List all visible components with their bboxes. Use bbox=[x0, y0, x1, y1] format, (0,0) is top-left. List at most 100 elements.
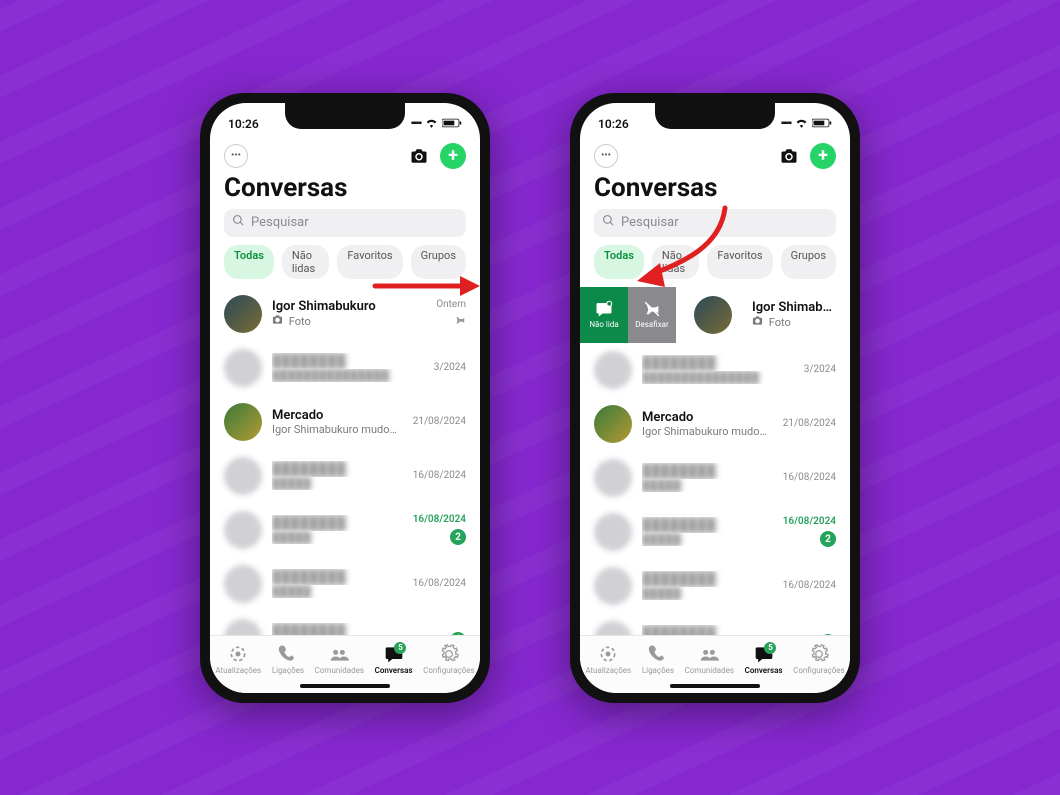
search-placeholder: Pesquisar bbox=[251, 215, 309, 230]
search-input[interactable]: Pesquisar bbox=[224, 209, 466, 237]
chat-row-swiped[interactable]: Não lida Desafixar Igor Shimabukuro Foto bbox=[580, 287, 850, 343]
chat-date: 3/2024 bbox=[434, 362, 466, 373]
unread-badge: 1 bbox=[820, 634, 836, 635]
communities-icon bbox=[699, 644, 719, 664]
tab-configuracoes[interactable]: Configurações bbox=[423, 644, 475, 675]
phone-left: 10:26 ▪▪▪▪ ••• + Conversas bbox=[200, 93, 490, 703]
chat-row[interactable]: ███████████████████████ 3/2024 bbox=[580, 343, 850, 397]
avatar[interactable] bbox=[224, 619, 262, 635]
chat-row[interactable]: █████████████ 16/08/2024 bbox=[210, 557, 480, 611]
chat-preview: Foto bbox=[752, 315, 836, 329]
camera-button[interactable] bbox=[408, 145, 430, 167]
more-button[interactable]: ••• bbox=[224, 144, 248, 168]
chat-row[interactable]: Mercado Igor Shimabukuro mudou as config… bbox=[210, 395, 480, 449]
chat-row[interactable]: █████████████ 16/08/2024 bbox=[580, 559, 850, 613]
filter-favoritos[interactable]: Favoritos bbox=[707, 245, 772, 279]
swipe-label: Não lida bbox=[589, 320, 618, 329]
swipe-unpin-button[interactable]: Desafixar bbox=[628, 287, 676, 343]
phone-right: 10:26 ▪▪▪▪ ••• + Conversas bbox=[570, 93, 860, 703]
chat-date: 16/08/2024 bbox=[783, 516, 836, 527]
avatar[interactable] bbox=[594, 513, 632, 551]
chat-row[interactable]: █████████████ 16/08/2024 2 bbox=[580, 505, 850, 559]
chat-row[interactable]: Mercado Igor Shimabukuro mudou as config… bbox=[580, 397, 850, 451]
unread-badge: 2 bbox=[820, 531, 836, 547]
chat-list[interactable]: Não lida Desafixar Igor Shimabukuro Foto bbox=[580, 287, 850, 635]
avatar[interactable] bbox=[224, 403, 262, 441]
more-button[interactable]: ••• bbox=[594, 144, 618, 168]
chat-preview: ███████████████ bbox=[272, 369, 424, 382]
avatar[interactable] bbox=[224, 511, 262, 549]
chat-list[interactable]: Igor Shimabukuro Foto Ontem bbox=[210, 287, 480, 635]
tab-label: Atualizações bbox=[585, 666, 631, 675]
status-indicators: ▪▪▪▪ bbox=[411, 117, 462, 131]
phone-icon bbox=[278, 644, 298, 664]
page-title: Conversas bbox=[210, 171, 480, 209]
signal-icon: ▪▪▪▪ bbox=[411, 118, 421, 129]
tab-atualizacoes[interactable]: Atualizações bbox=[215, 644, 261, 675]
chat-row[interactable]: █████████████ 1 bbox=[210, 611, 480, 635]
wifi-icon bbox=[425, 117, 438, 131]
filter-grupos[interactable]: Grupos bbox=[781, 245, 836, 279]
pin-icon bbox=[454, 314, 466, 329]
chat-row[interactable]: Igor Shimabukuro Foto Ontem bbox=[210, 287, 480, 341]
home-indicator[interactable] bbox=[300, 684, 390, 688]
filter-grupos[interactable]: Grupos bbox=[411, 245, 466, 279]
avatar[interactable] bbox=[594, 567, 632, 605]
tab-comunidades[interactable]: Comunidades bbox=[685, 644, 734, 675]
tab-label: Configurações bbox=[793, 666, 845, 675]
chat-row[interactable]: █████████████ 1 bbox=[580, 613, 850, 635]
chat-row[interactable]: █████████████ 16/08/2024 bbox=[580, 451, 850, 505]
tab-conversas[interactable]: 5 Conversas bbox=[375, 644, 413, 675]
filter-row: Todas Não lidas Favoritos Grupos bbox=[210, 245, 480, 287]
screen: 10:26 ▪▪▪▪ ••• + Conversas bbox=[210, 103, 480, 693]
tab-badge: 5 bbox=[394, 642, 406, 654]
unpin-icon bbox=[643, 300, 661, 318]
tab-comunidades[interactable]: Comunidades bbox=[315, 644, 364, 675]
signal-icon: ▪▪▪▪ bbox=[781, 118, 791, 129]
chat-row[interactable]: █████████████ 16/08/2024 bbox=[210, 449, 480, 503]
notch bbox=[285, 103, 405, 129]
topbar: ••• + bbox=[580, 137, 850, 171]
avatar[interactable] bbox=[694, 296, 732, 334]
chat-name: Igor Shimabukuro bbox=[752, 300, 836, 315]
avatar[interactable] bbox=[224, 349, 262, 387]
chat-date: 16/08/2024 bbox=[783, 472, 836, 483]
chat-row[interactable]: ████████ ███████████████ 3/2024 bbox=[210, 341, 480, 395]
tab-ligacoes[interactable]: Ligações bbox=[642, 644, 674, 675]
wifi-icon bbox=[795, 117, 808, 131]
tab-label: Ligações bbox=[642, 666, 674, 675]
home-indicator[interactable] bbox=[670, 684, 760, 688]
tab-label: Conversas bbox=[375, 666, 413, 675]
filter-nao-lidas[interactable]: Não lidas bbox=[652, 245, 699, 279]
swipe-label: Desafixar bbox=[635, 320, 668, 329]
tab-configuracoes[interactable]: Configurações bbox=[793, 644, 845, 675]
tab-ligacoes[interactable]: Ligações bbox=[272, 644, 304, 675]
avatar[interactable] bbox=[224, 565, 262, 603]
chat-date: 16/08/2024 bbox=[413, 470, 466, 481]
tab-label: Configurações bbox=[423, 666, 475, 675]
avatar[interactable] bbox=[594, 621, 632, 635]
swipe-unread-button[interactable]: Não lida bbox=[580, 287, 628, 343]
avatar[interactable] bbox=[594, 351, 632, 389]
compose-button[interactable]: + bbox=[440, 143, 466, 169]
filter-todas[interactable]: Todas bbox=[224, 245, 274, 279]
compose-button[interactable]: + bbox=[810, 143, 836, 169]
camera-button[interactable] bbox=[778, 145, 800, 167]
chat-date: 16/08/2024 bbox=[413, 578, 466, 589]
avatar[interactable] bbox=[594, 459, 632, 497]
avatar[interactable] bbox=[224, 295, 262, 333]
chat-date: 3/2024 bbox=[804, 364, 836, 375]
chat-row[interactable]: █████████████ 16/08/2024 2 bbox=[210, 503, 480, 557]
communities-icon bbox=[329, 644, 349, 664]
avatar[interactable] bbox=[224, 457, 262, 495]
chat-date: 21/08/2024 bbox=[783, 418, 836, 429]
filter-todas[interactable]: Todas bbox=[594, 245, 644, 279]
filter-favoritos[interactable]: Favoritos bbox=[337, 245, 402, 279]
tab-atualizacoes[interactable]: Atualizações bbox=[585, 644, 631, 675]
search-input[interactable]: Pesquisar bbox=[594, 209, 836, 237]
chat-date: 16/08/2024 bbox=[783, 580, 836, 591]
screen: 10:26 ▪▪▪▪ ••• + Conversas bbox=[580, 103, 850, 693]
avatar[interactable] bbox=[594, 405, 632, 443]
tab-conversas[interactable]: 5 Conversas bbox=[745, 644, 783, 675]
filter-nao-lidas[interactable]: Não lidas bbox=[282, 245, 329, 279]
